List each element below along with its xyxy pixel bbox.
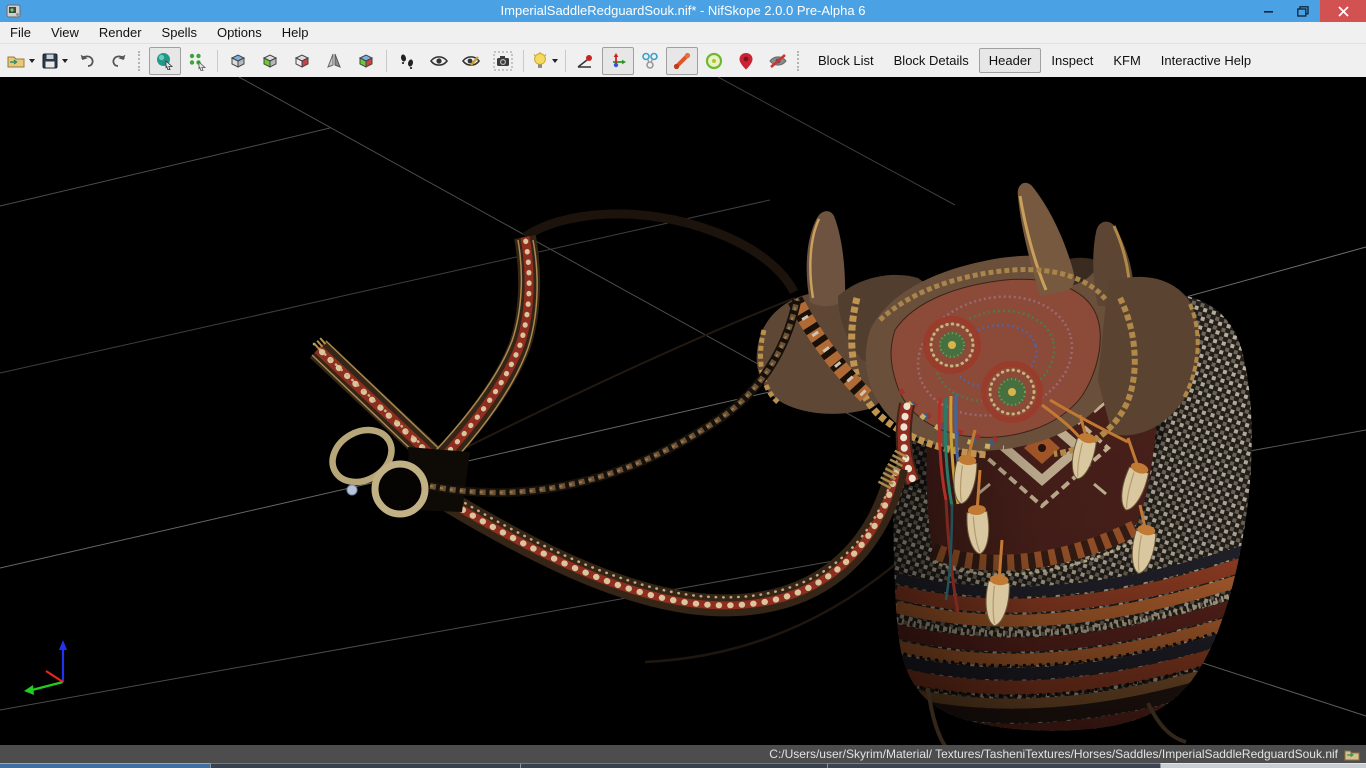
view-side-cube-icon [292,51,312,71]
restore-button[interactable] [1286,0,1320,22]
menubar: File View Render Spells Options Help [0,22,1366,44]
select-vertex-button[interactable] [181,47,213,75]
view-front-button[interactable] [254,47,286,75]
show-nodes-button[interactable] [666,47,698,75]
map-marker-icon [737,51,755,71]
minimize-button[interactable] [1252,0,1286,22]
open-file-button[interactable] [4,47,38,75]
block-details-button[interactable]: Block Details [884,48,979,73]
3d-viewport[interactable] [0,77,1366,745]
screenshot-button[interactable] [487,47,519,75]
taskbar-segment[interactable] [520,763,827,768]
toolbar-separator [565,50,566,72]
mandala [926,319,978,371]
interactive-help-button[interactable]: Interactive Help [1151,48,1261,73]
falloff-circle-icon [704,51,724,71]
close-button[interactable] [1320,0,1366,22]
file-path: C:/Users/user/Skyrim/Material/ Textures/… [769,747,1338,761]
mandala [984,364,1040,420]
taskbar-segment[interactable] [210,763,520,768]
menu-spells[interactable]: Spells [152,22,207,43]
taskbar-segment[interactable] [827,763,1160,768]
edit-visibility-button[interactable] [455,47,487,75]
restore-icon [1297,6,1309,17]
select-object-icon [155,51,175,71]
y-axis-arrow [24,685,34,695]
axis-gizmo [24,640,67,695]
header-button[interactable]: Header [979,48,1042,73]
bone-icon [672,51,692,71]
dropdown-arrow [62,59,68,63]
show-falloff-button[interactable] [698,47,730,75]
open-folder-icon[interactable] [1344,748,1360,761]
open-folder-icon [7,52,26,70]
x-axis-line [46,671,63,682]
block-list-button[interactable]: Block List [808,48,884,73]
constraint-link-icon [640,51,660,71]
toggle-hidden-button[interactable] [423,47,455,75]
show-vertices-button[interactable] [570,47,602,75]
view-top-button[interactable] [222,47,254,75]
dropdown-arrow [552,59,558,63]
flip-view-icon [324,51,344,71]
save-file-button[interactable] [38,47,71,75]
save-floppy-icon [41,52,59,70]
camera-icon [493,51,513,71]
statusbar: C:/Users/user/Skyrim/Material/ Textures/… [0,745,1366,763]
taskbar-segment[interactable] [1160,763,1366,768]
perspective-cube-icon [356,51,376,71]
view-perspective-button[interactable] [350,47,382,75]
view-side-button[interactable] [286,47,318,75]
vertex-point-icon [576,52,596,70]
undo-button[interactable] [71,47,103,75]
dropdown-arrow [29,59,35,63]
taskbar-segment[interactable] [0,763,210,768]
window-title: ImperialSaddleRedguardSouk.nif* - NifSko… [0,0,1366,22]
axes-icon [608,51,628,71]
taskbar[interactable] [0,763,1366,768]
eye-edit-icon [461,52,481,70]
menu-file[interactable]: File [0,22,41,43]
light-bulb-icon [531,51,549,71]
menu-view[interactable]: View [41,22,89,43]
show-markers-button[interactable] [730,47,762,75]
hide-geometry-button[interactable] [762,47,794,75]
titlebar[interactable]: ImperialSaddleRedguardSouk.nif* - NifSko… [0,0,1366,22]
nifskope-app-icon [6,3,22,19]
toolbar-separator [386,50,387,72]
toolbar: Block List Block Details Header Inspect … [0,44,1366,77]
redo-icon [110,52,128,70]
undo-icon [78,52,96,70]
footprints-icon [398,52,416,70]
hidden-eye-icon [768,52,788,70]
inspect-button[interactable]: Inspect [1041,48,1103,73]
menu-options[interactable]: Options [207,22,272,43]
view-top-cube-icon [228,51,248,71]
redo-button[interactable] [103,47,135,75]
toolbar-grip [797,51,805,71]
toolbar-grip [138,51,146,71]
close-icon [1338,6,1349,17]
select-vertex-icon [187,51,207,71]
show-constraints-button[interactable] [634,47,666,75]
minimize-icon [1264,6,1274,16]
eye-icon [429,52,449,70]
toolbar-separator [523,50,524,72]
z-axis-arrow [59,640,67,650]
walk-mode-button[interactable] [391,47,423,75]
menu-render[interactable]: Render [89,22,152,43]
band-rising [421,237,537,479]
view-front-cube-icon [260,51,280,71]
lighting-button[interactable] [528,47,561,75]
menu-help[interactable]: Help [272,22,319,43]
select-object-button[interactable] [149,47,181,75]
kfm-button[interactable]: KFM [1103,48,1150,73]
show-axes-button[interactable] [602,47,634,75]
toolbar-separator [217,50,218,72]
view-flip-button[interactable] [318,47,350,75]
